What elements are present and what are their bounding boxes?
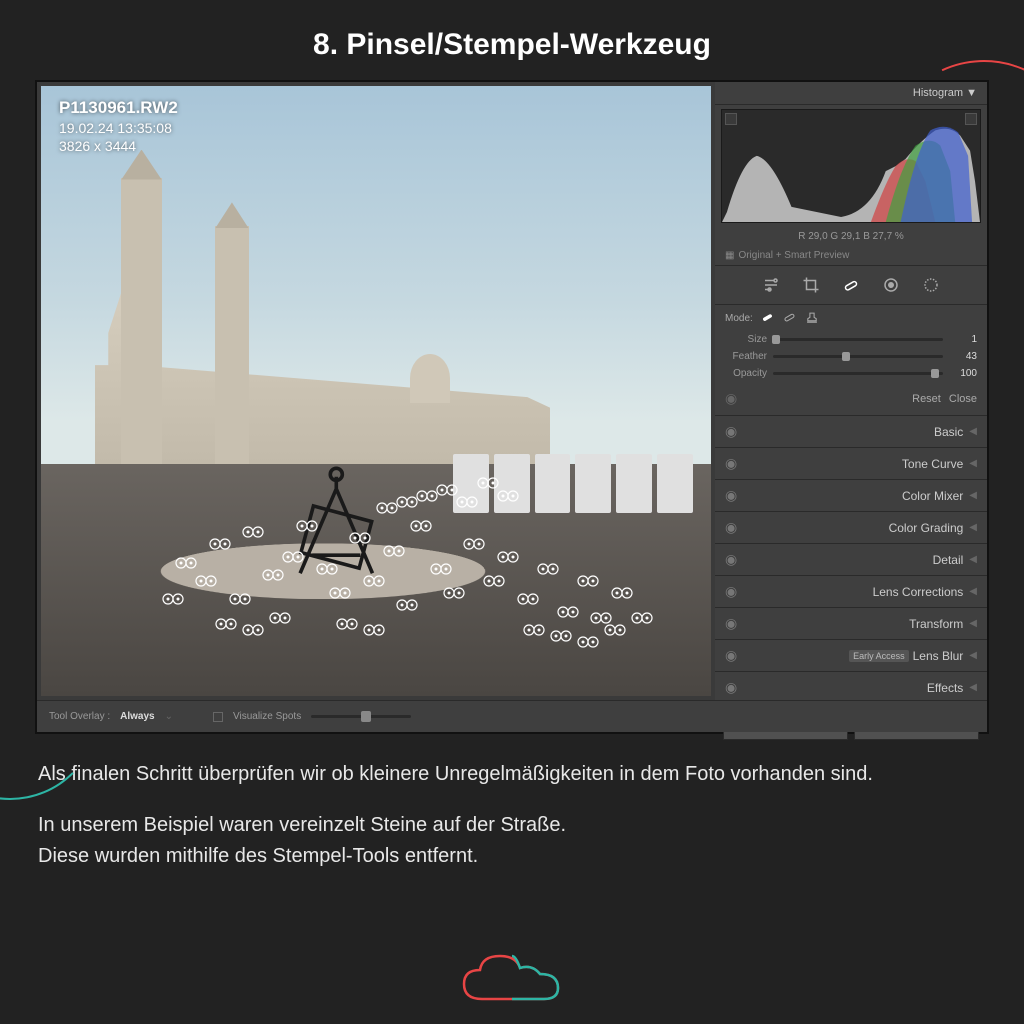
cloud-logo-icon — [452, 944, 572, 1014]
histogram-display[interactable] — [721, 109, 981, 223]
visualize-spots-label: Visualize Spots — [233, 711, 301, 722]
redeye-icon[interactable] — [882, 276, 900, 294]
chevron-left-icon: ◀ — [969, 618, 977, 629]
develop-panel: Histogram ▼ R 29,0 G 29,1 B 27,7 % Origi… — [715, 82, 987, 700]
description-text: Als finalen Schritt überprüfen wir ob kl… — [0, 734, 1024, 871]
edit-sliders-icon[interactable] — [762, 276, 780, 294]
section-transform[interactable]: ◉Transform◀ — [715, 608, 987, 640]
canvas-bottom-bar: Tool Overlay : Always ⌄ Visualize Spots — [37, 700, 987, 732]
image-canvas[interactable]: P1130961.RW2 19.02.24 13:35:08 3826 x 34… — [41, 86, 711, 696]
desc-p2: In unserem Beispiel waren vereinzelt Ste… — [38, 811, 986, 840]
page-title: 8. Pinsel/Stempel-Werkzeug — [0, 0, 1024, 80]
slider-size[interactable]: Size1 — [715, 331, 987, 348]
chevron-left-icon: ◀ — [969, 458, 977, 469]
crop-icon[interactable] — [802, 276, 820, 294]
section-eye-icon[interactable]: ◉ — [725, 423, 737, 440]
section-lens-blur[interactable]: ◉Early AccessLens Blur◀ — [715, 640, 987, 672]
dimensions-label: 3826 x 3444 — [59, 138, 178, 154]
chevron-left-icon: ◀ — [969, 490, 977, 501]
reset-tool-link[interactable]: Reset — [912, 393, 941, 405]
slider-feather[interactable]: Feather43 — [715, 348, 987, 365]
chevron-left-icon: ◀ — [969, 682, 977, 693]
mode-clone-icon[interactable] — [783, 311, 797, 325]
desc-p1: Als finalen Schritt überprüfen wir ob kl… — [38, 760, 986, 789]
section-eye-icon[interactable]: ◉ — [725, 615, 737, 632]
mode-heal-icon[interactable] — [761, 311, 775, 325]
datetime-label: 19.02.24 13:35:08 — [59, 120, 178, 136]
mode-row: Mode: — [715, 305, 987, 331]
section-eye-icon[interactable]: ◉ — [725, 519, 737, 536]
filename-label: P1130961.RW2 — [59, 98, 178, 118]
visualize-spots-checkbox[interactable] — [213, 712, 223, 722]
chevron-left-icon: ◀ — [969, 554, 977, 565]
section-detail[interactable]: ◉Detail◀ — [715, 544, 987, 576]
section-eye-icon[interactable]: ◉ — [725, 647, 737, 664]
chevron-left-icon: ◀ — [969, 586, 977, 597]
tool-strip — [715, 266, 987, 305]
section-eye-icon[interactable]: ◉ — [725, 455, 737, 472]
masking-icon[interactable] — [922, 276, 940, 294]
section-eye-icon[interactable]: ◉ — [725, 551, 737, 568]
chevron-left-icon: ◀ — [969, 522, 977, 533]
image-metadata-overlay: P1130961.RW2 19.02.24 13:35:08 3826 x 34… — [59, 98, 178, 156]
shadow-clip-icon[interactable] — [725, 113, 737, 125]
section-color-grading[interactable]: ◉Color Grading◀ — [715, 512, 987, 544]
chevron-left-icon: ◀ — [969, 426, 977, 437]
section-eye-icon[interactable]: ◉ — [725, 487, 737, 504]
desc-p3: Diese wurden mithilfe des Stempel-Tools … — [38, 842, 986, 871]
mode-label: Mode: — [725, 313, 753, 324]
healing-brush-icon[interactable] — [842, 276, 860, 294]
section-basic[interactable]: ◉Basic◀ — [715, 416, 987, 448]
section-tone-curve[interactable]: ◉Tone Curve◀ — [715, 448, 987, 480]
highlight-clip-icon[interactable] — [965, 113, 977, 125]
section-eye-icon[interactable]: ◉ — [725, 679, 737, 696]
slider-opacity[interactable]: Opacity100 — [715, 365, 987, 382]
section-lens-corrections[interactable]: ◉Lens Corrections◀ — [715, 576, 987, 608]
section-eye-icon[interactable]: ◉ — [725, 583, 737, 600]
visualize-threshold-slider[interactable] — [311, 715, 411, 718]
close-tool-link[interactable]: Close — [949, 393, 977, 405]
section-color-mixer[interactable]: ◉Color Mixer◀ — [715, 480, 987, 512]
lightroom-app: P1130961.RW2 19.02.24 13:35:08 3826 x 34… — [35, 80, 989, 734]
tool-overlay-value[interactable]: Always — [120, 711, 154, 722]
chevron-left-icon: ◀ — [969, 650, 977, 661]
photo-preview — [41, 86, 711, 696]
mode-stamp-icon[interactable] — [805, 311, 819, 325]
tool-actions-row: ◉ Reset Close — [715, 382, 987, 416]
visibility-toggle-icon[interactable]: ◉ — [725, 390, 737, 407]
